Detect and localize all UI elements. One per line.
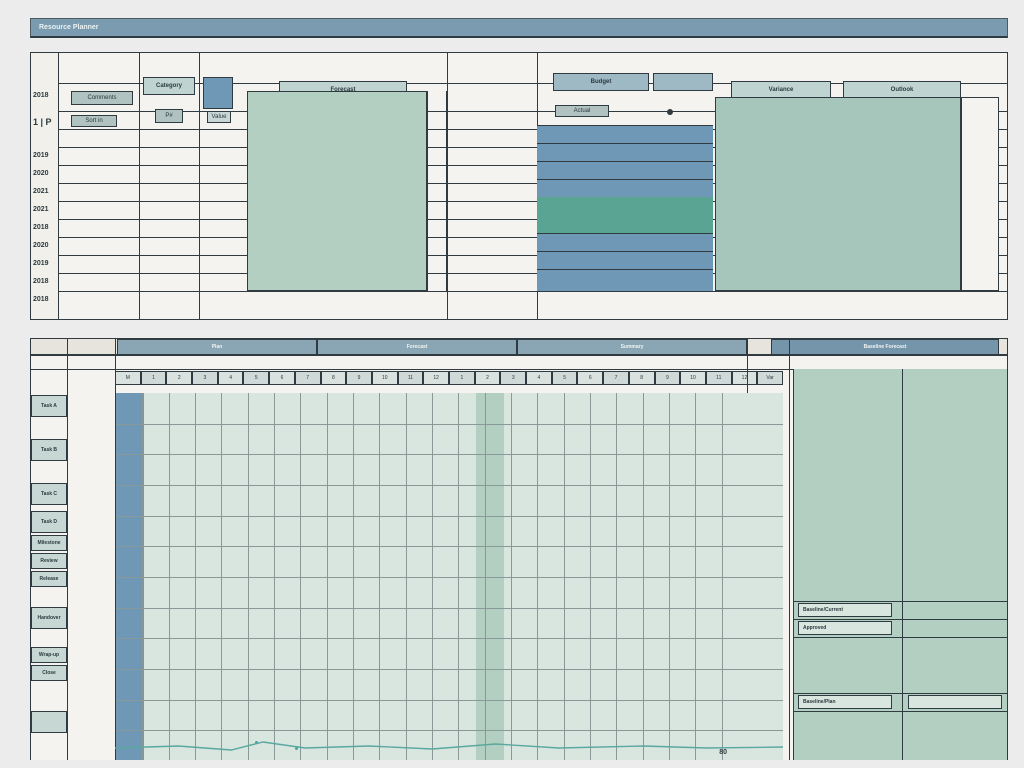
- subhdr-cell[interactable]: 10: [680, 371, 706, 385]
- row-idx[interactable]: 2021: [33, 201, 56, 218]
- row-idx[interactable]: 2020: [33, 165, 56, 182]
- row-idx[interactable]: 2018: [33, 273, 56, 290]
- block-b[interactable]: [537, 125, 713, 291]
- sub-pnum[interactable]: P#: [155, 109, 183, 123]
- subhdr-cell[interactable]: 11: [398, 371, 424, 385]
- dot-icon: [667, 109, 673, 115]
- row-idx[interactable]: 1 | P: [33, 113, 56, 130]
- subhdr-cell[interactable]: 5: [552, 371, 578, 385]
- lrow[interactable]: Task A: [31, 395, 67, 417]
- upper-panel: 2018 1 | P 2019 2020 2021 2021 2018 2020…: [30, 52, 1008, 320]
- subhdr-cell[interactable]: 8: [629, 371, 655, 385]
- lhdr-forecast[interactable]: Forecast: [317, 339, 517, 355]
- row-idx[interactable]: 2019: [33, 147, 56, 164]
- subheader-row: M123456789101112123456789101112Var: [115, 355, 783, 369]
- rp-baseline[interactable]: Baseline/Current: [798, 603, 892, 617]
- lrow[interactable]: Task C: [31, 483, 67, 505]
- sub-value[interactable]: Value: [207, 111, 231, 123]
- row-idx[interactable]: 2020: [33, 237, 56, 254]
- hdr-category[interactable]: Category: [143, 77, 195, 95]
- sub-comments[interactable]: Comments: [71, 91, 133, 105]
- lhdr-summary[interactable]: Summary: [517, 339, 747, 355]
- subhdr-cell[interactable]: M: [115, 371, 141, 385]
- lrow[interactable]: Task D: [31, 511, 67, 533]
- rp-plan[interactable]: Baseline/Plan: [798, 695, 892, 709]
- lrow[interactable]: Milestone: [31, 535, 67, 551]
- upper-row-index: 2018 1 | P 2019 2020 2021 2021 2018 2020…: [31, 53, 59, 319]
- subhdr-cell[interactable]: 8: [321, 371, 347, 385]
- rp-approved[interactable]: Approved: [798, 621, 892, 635]
- lhdr-baseline[interactable]: Baseline Forecast: [771, 339, 999, 355]
- hdr-blank1[interactable]: [203, 77, 233, 109]
- lrow[interactable]: Review: [31, 553, 67, 569]
- subhdr-cell[interactable]: 2: [475, 371, 501, 385]
- sub-sortin[interactable]: Sort in: [71, 115, 117, 127]
- subhdr-cell[interactable]: 7: [295, 371, 321, 385]
- row-idx[interactable]: 2018: [33, 291, 56, 308]
- subhdr-cell[interactable]: 4: [218, 371, 244, 385]
- row-idx[interactable]: 2018: [33, 219, 56, 236]
- block-c-end[interactable]: [961, 97, 999, 291]
- lrow[interactable]: Close: [31, 665, 67, 681]
- subhdr-cell[interactable]: Var: [757, 371, 783, 385]
- subhdr-cell[interactable]: 12: [732, 371, 758, 385]
- rp-plan2[interactable]: [908, 695, 1002, 709]
- subhdr-cell[interactable]: 11: [706, 371, 732, 385]
- subhdr-cell[interactable]: 7: [603, 371, 629, 385]
- row-idx[interactable]: 2019: [33, 255, 56, 272]
- lower-grid[interactable]: [115, 393, 783, 760]
- subhdr-cell[interactable]: 2: [166, 371, 192, 385]
- subhdr-cell[interactable]: 4: [526, 371, 552, 385]
- subhdr-cell[interactable]: 6: [577, 371, 603, 385]
- row-idx[interactable]: 2021: [33, 183, 56, 200]
- hdr-budget[interactable]: Budget: [553, 73, 649, 91]
- block-a[interactable]: [247, 91, 427, 291]
- lrow[interactable]: Handover: [31, 607, 67, 629]
- subhdr-cell[interactable]: 5: [243, 371, 269, 385]
- subhdr-cell[interactable]: 12: [423, 371, 449, 385]
- lrow[interactable]: Wrap-up: [31, 647, 67, 663]
- spark-value: 80: [719, 749, 727, 756]
- lhdr-plan[interactable]: Plan: [117, 339, 317, 355]
- hdr-blank2[interactable]: [653, 73, 713, 91]
- subhdr-cell[interactable]: 6: [269, 371, 295, 385]
- title-text: Resource Planner: [39, 24, 99, 31]
- lrow[interactable]: Task B: [31, 439, 67, 461]
- lower-panel: Plan Forecast Summary Baseline Forecast …: [30, 338, 1008, 760]
- subhdr-cell[interactable]: 3: [192, 371, 218, 385]
- row-idx[interactable]: 2018: [33, 87, 56, 104]
- subhdr-cell[interactable]: 1: [141, 371, 167, 385]
- right-pane: Baseline/Current Approved Baseline/Plan: [793, 369, 1007, 760]
- sub-actual[interactable]: Actual: [555, 105, 609, 117]
- sparkline: 80: [115, 730, 783, 756]
- block-c[interactable]: [715, 97, 961, 291]
- strip-a: [427, 91, 447, 291]
- lrow[interactable]: [31, 711, 67, 733]
- subhdr-cell[interactable]: 9: [655, 371, 681, 385]
- title-bar: Resource Planner: [30, 18, 1008, 38]
- subhdr-cell[interactable]: 3: [500, 371, 526, 385]
- lrow[interactable]: Release: [31, 571, 67, 587]
- subhdr-cell[interactable]: 9: [346, 371, 372, 385]
- subhdr-cell[interactable]: 10: [372, 371, 398, 385]
- subhdr-cell[interactable]: 1: [449, 371, 475, 385]
